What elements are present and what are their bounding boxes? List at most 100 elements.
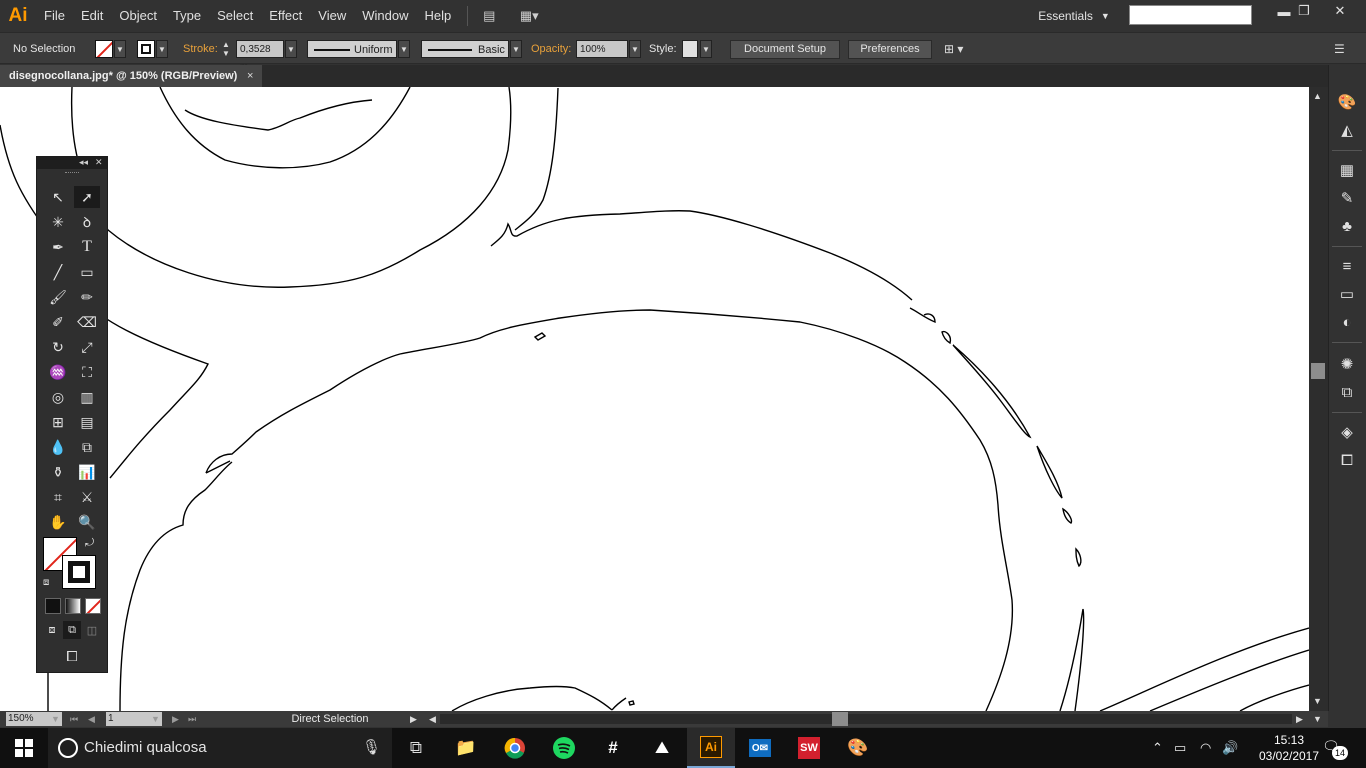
last-artboard-icon[interactable]: ⏭ <box>188 711 196 727</box>
stroke-label[interactable]: Stroke: <box>183 40 218 58</box>
column-graph-tool-icon[interactable]: 📊 <box>74 461 100 483</box>
horizontal-scroll-thumb[interactable] <box>832 712 848 726</box>
scroll-right-icon[interactable]: ▶ <box>1296 711 1303 727</box>
color-mode-icon[interactable] <box>45 598 61 614</box>
spotify-icon[interactable] <box>540 728 588 768</box>
gradient-mode-icon[interactable] <box>65 598 81 614</box>
gradient-tool-icon[interactable]: ▤ <box>74 411 100 433</box>
preferences-button[interactable]: Preferences <box>848 40 932 59</box>
wifi-icon[interactable]: ◠ <box>1200 728 1211 768</box>
document-tab[interactable]: disegnocollana.jpg* @ 150% (RGB/Preview) <box>0 65 262 87</box>
color-guide-icon[interactable]: ◭ <box>1337 120 1357 140</box>
stroke-panel-icon[interactable]: ≡ <box>1337 256 1357 276</box>
profile-dropdown-arrow[interactable]: ▼ <box>398 40 410 58</box>
draw-normal-icon[interactable]: ⧈ <box>43 621 61 639</box>
stroke-weight-dropdown[interactable]: ▼ <box>285 40 297 58</box>
menu-edit[interactable]: Edit <box>73 0 111 32</box>
color-panel-icon[interactable]: 🎨 <box>1337 92 1357 112</box>
symbols-panel-icon[interactable]: ♣ <box>1337 216 1357 236</box>
none-mode-icon[interactable] <box>85 598 101 614</box>
free-transform-tool-icon[interactable]: ⛶ <box>74 361 100 383</box>
scale-tool-icon[interactable]: ⤢ <box>74 336 100 358</box>
transparency-panel-icon[interactable]: ◐ <box>1337 312 1357 332</box>
eraser-tool-icon[interactable]: ⌫ <box>74 311 100 333</box>
menu-view[interactable]: View <box>310 0 354 32</box>
file-explorer-icon[interactable]: 📁 <box>442 728 490 768</box>
workspace-switcher[interactable]: Essentials ▼ <box>1032 6 1116 26</box>
hand-tool-icon[interactable]: ✋ <box>45 511 71 533</box>
brush-dropdown-arrow[interactable]: ▼ <box>510 40 522 58</box>
default-fill-stroke-icon[interactable]: ⧈ <box>43 577 49 588</box>
menu-select[interactable]: Select <box>209 0 261 32</box>
style-dropdown-arrow[interactable]: ▼ <box>700 40 712 58</box>
slice-tool-icon[interactable]: ⚔ <box>74 486 100 508</box>
vertical-scroll-thumb[interactable] <box>1311 363 1325 379</box>
collapse-icon[interactable]: ◂◂ <box>79 157 88 168</box>
artboard-canvas[interactable] <box>0 87 1309 711</box>
menu-help[interactable]: Help <box>416 0 459 32</box>
variable-width-profile-select[interactable]: Uniform <box>307 40 397 58</box>
solidworks-icon[interactable]: SW <box>785 728 833 768</box>
swatches-panel-icon[interactable]: ▦ <box>1337 160 1357 180</box>
artboard-tool-icon[interactable]: ⌗ <box>45 486 71 508</box>
restore-icon[interactable]: ❐ <box>1286 0 1322 22</box>
menu-object[interactable]: Object <box>111 0 165 32</box>
mesh-tool-icon[interactable]: ⊞ <box>45 411 71 433</box>
show-hidden-icons-icon[interactable]: ⌃ <box>1152 728 1163 768</box>
pen-tool-icon[interactable]: ✒ <box>45 236 71 258</box>
menu-type[interactable]: Type <box>165 0 209 32</box>
scroll-left-icon[interactable]: ◀ <box>429 711 436 727</box>
opacity-dropdown-arrow[interactable]: ▼ <box>629 40 641 58</box>
eyedropper-tool-icon[interactable]: 💧 <box>45 436 71 458</box>
windows-start-icon[interactable] <box>0 728 48 768</box>
scroll-down-corner-icon[interactable]: ▼ <box>1313 711 1322 727</box>
microphone-icon[interactable]: 🎙 <box>362 728 381 768</box>
stroke-stepper-icon[interactable]: ▲ ▼ <box>222 40 234 58</box>
draw-behind-icon[interactable]: ⧉ <box>63 621 81 639</box>
status-menu-arrow-icon[interactable]: ▶ <box>410 711 417 727</box>
shape-builder-tool-icon[interactable]: ◎ <box>45 386 71 408</box>
graphic-style-swatch[interactable] <box>682 40 698 58</box>
graphic-styles-panel-icon[interactable]: ⧉ <box>1337 382 1357 402</box>
rectangle-tool-icon[interactable]: ▭ <box>74 261 100 283</box>
artboard-dropdown-icon[interactable]: ▼ <box>151 711 160 727</box>
warp-tool-icon[interactable]: ♒ <box>45 361 71 383</box>
stroke-dropdown-arrow[interactable]: ▼ <box>156 40 168 58</box>
task-view-icon[interactable]: ⧉ <box>392 728 440 768</box>
vertical-scrollbar[interactable]: ▲ ▼ <box>1309 87 1328 711</box>
outlook-icon[interactable]: O✉ <box>736 728 784 768</box>
symbol-sprayer-tool-icon[interactable]: ⚱ <box>45 461 71 483</box>
photos-icon[interactable]: ⛰ <box>638 728 686 768</box>
perspective-grid-tool-icon[interactable]: ▥ <box>74 386 100 408</box>
fill-swatch[interactable] <box>95 40 113 58</box>
arrange-documents-icon[interactable]: ▦▾ <box>516 5 542 27</box>
menu-file[interactable]: File <box>36 0 73 32</box>
swap-fill-stroke-icon[interactable]: ⤾ <box>85 537 94 550</box>
fill-dropdown-arrow[interactable]: ▼ <box>114 40 126 58</box>
line-segment-tool-icon[interactable]: ╱ <box>45 261 71 283</box>
rotate-tool-icon[interactable]: ↻ <box>45 336 71 358</box>
blob-brush-tool-icon[interactable]: ✐ <box>45 311 71 333</box>
current-tool-status[interactable]: Direct Selection <box>250 711 410 727</box>
menu-window[interactable]: Window <box>354 0 416 32</box>
menu-effect[interactable]: Effect <box>261 0 310 32</box>
scroll-down-icon[interactable]: ▼ <box>1313 696 1322 706</box>
pencil-tool-icon[interactable]: ✏ <box>74 286 100 308</box>
document-setup-button[interactable]: Document Setup <box>730 40 840 59</box>
stroke-swatch[interactable] <box>137 40 155 58</box>
slack-icon[interactable]: # <box>589 728 637 768</box>
stroke-weight-input[interactable]: 0,3528 m <box>236 40 284 73</box>
arrange-icon[interactable]: ⊞ ▾ <box>944 40 974 58</box>
tools-panel[interactable]: ◂◂ ✕ ↖ ➚ ✳ ꝺ ✒ T ╱ ▭ 🖌 ✏ ✐ ⌫ ↻ ⤢ ♒ ⛶ ◎ ▥… <box>36 156 108 673</box>
layers-panel-icon[interactable]: ◈ <box>1337 422 1357 442</box>
panel-menu-icon[interactable]: ☰ <box>1334 40 1352 58</box>
brushes-panel-icon[interactable]: ✎ <box>1337 188 1357 208</box>
blend-tool-icon[interactable]: ⧉ <box>74 436 100 458</box>
lasso-tool-icon[interactable]: ꝺ <box>74 211 100 233</box>
brush-definition-select[interactable]: Basic <box>421 40 509 58</box>
gradient-panel-icon[interactable]: ▭ <box>1337 284 1357 304</box>
stroke-color-swatch[interactable] <box>62 555 96 589</box>
paintbrush-tool-icon[interactable]: 🖌 <box>45 286 71 308</box>
opacity-input[interactable]: 100% <box>576 40 628 58</box>
panel-close-icon[interactable]: ✕ <box>95 157 103 168</box>
